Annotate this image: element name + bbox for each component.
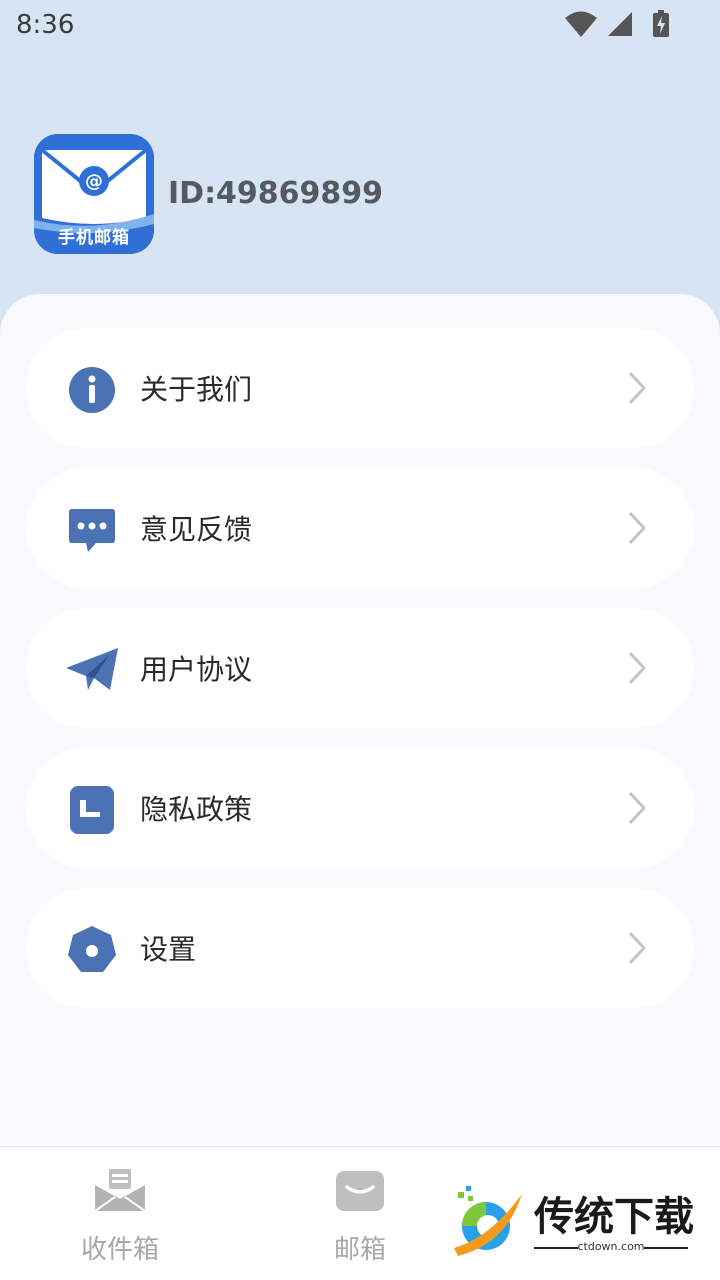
- watermark-subtitle: ctdown.com: [577, 1240, 645, 1253]
- info-icon: [69, 367, 115, 413]
- svg-text:@: @: [85, 171, 103, 192]
- menu-item-privacy-policy[interactable]: 隐私政策: [26, 748, 694, 868]
- watermark-title: 传统下载: [534, 1194, 694, 1240]
- menu-panel: 关于我们 意见反馈 用户协议 隐私政策 设置: [0, 294, 720, 1146]
- tab-mailbox[interactable]: 邮箱: [280, 1147, 440, 1280]
- watermark-logo-icon: [454, 1186, 522, 1256]
- menu-item-label: 关于我们: [140, 373, 253, 406]
- paper-plane-icon: [66, 648, 118, 690]
- chevron-right-icon: [628, 931, 647, 965]
- chevron-right-icon: [628, 651, 647, 685]
- app-logo: @ 手机邮箱: [34, 134, 154, 254]
- menu-item-feedback[interactable]: 意见反馈: [26, 468, 694, 588]
- menu-item-label: 隐私政策: [140, 793, 253, 826]
- user-id: ID:49869899: [168, 176, 384, 211]
- mail-icon: [336, 1171, 384, 1211]
- tab-label: 邮箱: [333, 1235, 386, 1265]
- inbox-envelope-icon: [95, 1169, 145, 1212]
- menu-item-label: 设置: [140, 933, 197, 966]
- tab-label: 收件箱: [80, 1235, 159, 1265]
- menu-item-label: 意见反馈: [140, 513, 253, 546]
- watermark: 传统下载 ctdown.com: [450, 1180, 700, 1270]
- status-bar: 8:36: [0, 0, 720, 50]
- chat-bubble-icon: [69, 509, 115, 552]
- battery-charging-icon: [653, 10, 669, 37]
- octagon-settings-icon: [68, 926, 116, 972]
- chevron-right-icon: [628, 511, 647, 545]
- tab-inbox[interactable]: 收件箱: [40, 1147, 200, 1280]
- chevron-right-icon: [628, 791, 647, 825]
- menu-item-user-agreement[interactable]: 用户协议: [26, 608, 694, 728]
- app-logo-label: 手机邮箱: [58, 228, 130, 248]
- status-time: 8:36: [16, 10, 75, 40]
- menu-item-settings[interactable]: 设置: [26, 888, 694, 1008]
- document-icon: [70, 786, 114, 834]
- wifi-icon: [565, 11, 597, 37]
- menu-item-about-us[interactable]: 关于我们: [26, 328, 694, 448]
- menu-item-label: 用户协议: [140, 653, 253, 686]
- signal-icon: [608, 12, 632, 36]
- chevron-right-icon: [628, 371, 647, 405]
